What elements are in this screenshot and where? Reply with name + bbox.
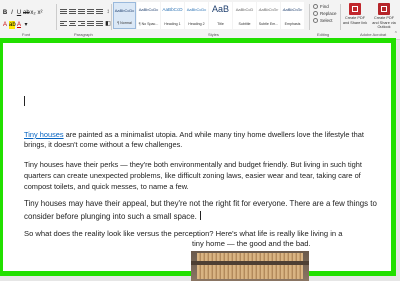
paragraph-1-text: are painted as a minimalist utopia. And … bbox=[24, 130, 364, 149]
style-subtitle[interactable]: AaBbCcD Subtitle bbox=[233, 2, 256, 29]
style-name: Emphasis bbox=[284, 22, 301, 26]
create-pdf-outlook-button[interactable]: Create PDF and Share via Outlook bbox=[371, 3, 397, 30]
style-name: ¶ Normal bbox=[117, 21, 132, 25]
align-left-icon[interactable] bbox=[60, 20, 67, 27]
group-label-editing: Editing bbox=[317, 32, 330, 37]
collapse-ribbon-icon[interactable]: ⌃ bbox=[394, 31, 398, 37]
style-emphasis[interactable]: AaBbCcDc Emphasis bbox=[281, 2, 304, 29]
strikethrough-button[interactable]: ab bbox=[23, 9, 30, 17]
style-subtle-emphasis[interactable]: AaBbCcDc Subtle Em... bbox=[257, 2, 280, 29]
create-pdf-outlook-label: Create PDF and Share via Outlook bbox=[372, 16, 396, 29]
style-preview: AaBbCcDc bbox=[138, 7, 159, 12]
ceiling-beam bbox=[191, 261, 309, 265]
paragraph-4[interactable]: So what does the reality look like versu… bbox=[24, 228, 378, 240]
style-heading-1[interactable]: AaBbCcD Heading 1 bbox=[161, 2, 184, 29]
subscript-button[interactable]: x₂ bbox=[30, 9, 36, 17]
style-normal[interactable]: AaBbCcDc ¶ Normal bbox=[113, 2, 136, 29]
style-name: Heading 1 bbox=[164, 22, 181, 26]
style-name: Heading 2 bbox=[188, 22, 205, 26]
group-label-font: Font bbox=[22, 32, 31, 37]
underline-button[interactable]: U bbox=[16, 9, 22, 17]
italic-button[interactable]: I bbox=[9, 9, 15, 17]
style-preview: AaB bbox=[211, 4, 229, 14]
paragraph-1[interactable]: Tiny houses are painted as a minimalist … bbox=[24, 130, 378, 150]
document-area[interactable]: Tiny houses are painted as a minimalist … bbox=[0, 38, 400, 281]
adobe-acrobat-group: Create PDF and Share link Create PDF and… bbox=[342, 3, 400, 31]
style-no-spacing[interactable]: AaBbCcDc ¶ No Spac... bbox=[137, 2, 160, 29]
wood-ceiling-slats bbox=[197, 253, 303, 279]
text-effects-icon[interactable]: A bbox=[2, 21, 8, 29]
group-label-styles: Styles bbox=[208, 32, 219, 37]
group-divider bbox=[111, 4, 112, 30]
line-spacing-icon[interactable] bbox=[96, 20, 103, 27]
paragraph-4-line-2[interactable]: tiny home — the good and the bad. bbox=[192, 239, 311, 248]
tiny-houses-link[interactable]: Tiny houses bbox=[24, 130, 64, 139]
select-icon bbox=[313, 18, 318, 23]
font-color-icon[interactable]: A bbox=[16, 21, 22, 29]
align-right-icon[interactable] bbox=[78, 20, 85, 27]
font-color-dropdown-icon[interactable]: ▾ bbox=[23, 21, 29, 29]
group-divider bbox=[340, 4, 341, 30]
paragraph-3[interactable]: Tiny houses may have their appeal, but t… bbox=[24, 198, 378, 223]
multilevel-list-icon[interactable] bbox=[78, 8, 85, 15]
style-preview: AaBbCcDc bbox=[282, 7, 303, 12]
select-button[interactable]: Select bbox=[313, 17, 337, 24]
group-divider bbox=[56, 4, 57, 30]
create-pdf-share-link-label: Create PDF and Share link bbox=[342, 16, 368, 25]
paragraph-2[interactable]: Tiny houses have their perks — they're b… bbox=[24, 159, 378, 192]
group-label-paragraph: Paragraph bbox=[74, 32, 93, 37]
font-format-row: B I U ab x₂ x² bbox=[2, 8, 43, 17]
group-label-adobe: Adobe Acrobat bbox=[360, 32, 387, 37]
editing-group: Find Replace Select bbox=[313, 3, 337, 24]
style-name: Subtle Em... bbox=[258, 22, 279, 26]
style-preview: AaBbCcDc bbox=[114, 8, 135, 13]
create-pdf-share-link-button[interactable]: Create PDF and Share link bbox=[342, 3, 368, 25]
numbering-icon[interactable] bbox=[69, 8, 76, 15]
style-name: Subtitle bbox=[238, 22, 251, 26]
align-center-icon[interactable] bbox=[69, 20, 76, 27]
bullets-icon[interactable] bbox=[60, 8, 67, 15]
bold-button[interactable]: B bbox=[2, 9, 8, 17]
style-name: Title bbox=[217, 22, 224, 26]
text-cursor bbox=[24, 96, 25, 106]
style-preview: AaBbCcD bbox=[235, 7, 254, 12]
replace-label: Replace bbox=[320, 11, 337, 16]
style-name: ¶ No Spac... bbox=[138, 22, 159, 26]
style-heading-2[interactable]: AaBbCcDc Heading 2 bbox=[185, 2, 208, 29]
document-page[interactable]: Tiny houses are painted as a minimalist … bbox=[0, 38, 396, 281]
decrease-indent-icon[interactable] bbox=[87, 8, 94, 15]
find-button[interactable]: Find bbox=[313, 3, 337, 10]
increase-indent-icon[interactable] bbox=[96, 8, 103, 15]
style-preview: AaBbCcDc bbox=[186, 7, 207, 12]
find-label: Find bbox=[320, 4, 329, 9]
select-label: Select bbox=[320, 18, 333, 23]
ribbon: B I U ab x₂ x² A ab A ▾ ↕ ¶ ◧ ⊞ AaBbCcDc… bbox=[0, 0, 400, 40]
pdf-icon bbox=[349, 3, 361, 15]
replace-button[interactable]: Replace bbox=[313, 10, 337, 17]
group-divider bbox=[309, 4, 310, 30]
ribbon-group-labels: Font Paragraph Styles Editing Adobe Acro… bbox=[0, 31, 400, 39]
style-preview: AaBbCcD bbox=[162, 7, 183, 12]
text-caret bbox=[199, 210, 201, 220]
justify-icon[interactable] bbox=[87, 20, 94, 27]
pdf-outlook-icon bbox=[378, 3, 390, 15]
style-title[interactable]: AaB Title bbox=[209, 2, 232, 29]
style-preview: AaBbCcDc bbox=[258, 7, 279, 12]
tiny-home-ceiling-photo[interactable] bbox=[191, 251, 309, 281]
font-color-row: A ab A ▾ bbox=[2, 20, 29, 29]
highlight-color-icon[interactable]: ab bbox=[9, 20, 16, 29]
replace-icon bbox=[313, 11, 318, 16]
search-icon bbox=[313, 4, 318, 9]
superscript-button[interactable]: x² bbox=[37, 9, 43, 17]
